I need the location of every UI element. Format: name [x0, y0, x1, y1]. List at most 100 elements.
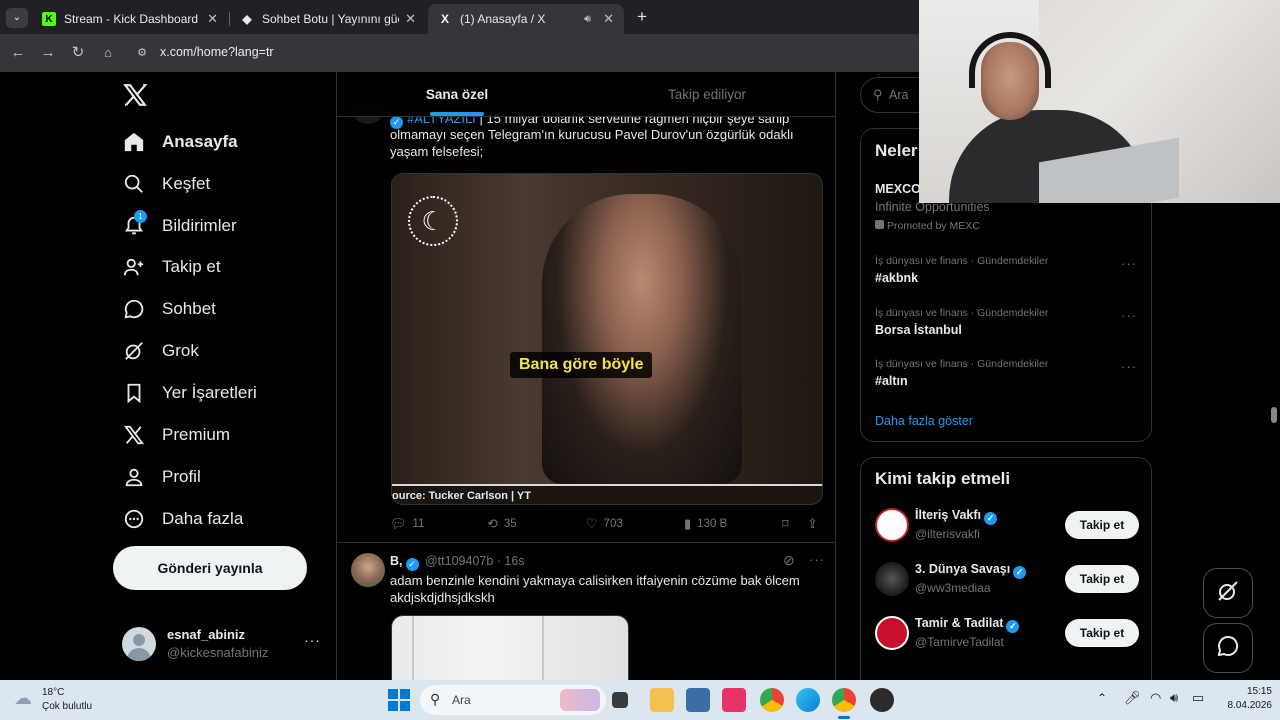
- edge-icon[interactable]: [796, 688, 820, 712]
- home-icon[interactable]: ⌂: [98, 43, 118, 63]
- trend-meta: İş dünyası ve finans · Gündemdekiler: [875, 255, 1049, 267]
- reply-action[interactable]: 💬︎ 11: [390, 516, 424, 532]
- avatar[interactable]: [875, 562, 909, 596]
- new-tab-button[interactable]: +: [632, 6, 652, 28]
- messages-float-button[interactable]: [1203, 623, 1253, 673]
- wifi-icon[interactable]: ◠: [1150, 690, 1161, 706]
- nav-item-premium[interactable]: Premium: [122, 420, 230, 450]
- app-icon[interactable]: [722, 688, 746, 712]
- close-tab-icon[interactable]: ✕: [405, 11, 416, 27]
- follow-button[interactable]: Takip et: [1065, 511, 1139, 539]
- card-title: Kimi takip etmeli: [875, 469, 1011, 488]
- like-action[interactable]: ♡ 703: [586, 516, 623, 532]
- author-name[interactable]: B,: [390, 554, 403, 568]
- avatar[interactable]: [875, 508, 909, 542]
- repost-action[interactable]: ⟲ 35: [487, 516, 517, 532]
- tweet-avatar[interactable]: [351, 553, 385, 587]
- weather-widget[interactable]: ☁ 18°C Çok bulutlu: [14, 686, 124, 714]
- obs-icon[interactable]: [870, 688, 894, 712]
- nav-item-bookmarks[interactable]: Yer İşaretleri: [122, 378, 257, 408]
- tweet-image[interactable]: [391, 615, 629, 680]
- store-icon[interactable]: [686, 688, 710, 712]
- promoted-label: Promoted by MEXC: [875, 220, 980, 232]
- clock[interactable]: 15:15 8.04.2026: [1214, 686, 1273, 711]
- grok-icon: [122, 339, 146, 363]
- nav-item-explore[interactable]: Keşfet: [122, 169, 210, 199]
- tab-kick-dashboard[interactable]: K Stream - Kick Dashboard ✕: [32, 4, 228, 34]
- follow-name-text: Tamir & Tadilat: [915, 616, 1004, 630]
- tweet-time[interactable]: · 16s: [497, 554, 525, 568]
- volume-icon[interactable]: 🔊︎: [1170, 690, 1178, 706]
- more-dots-icon[interactable]: ···: [1121, 359, 1137, 374]
- more-dots-icon[interactable]: ···: [1121, 308, 1137, 323]
- file-explorer-icon[interactable]: [650, 688, 674, 712]
- tab-for-you[interactable]: Sana özel: [377, 72, 537, 117]
- follow-name[interactable]: İlteriş Vakfı ✓: [915, 508, 998, 525]
- x-logo-icon: X: [440, 12, 449, 26]
- tray-overflow-icon[interactable]: ⌃: [1097, 691, 1107, 705]
- taskbar-search[interactable]: ⚲ Ara: [420, 685, 606, 715]
- site-info-icon[interactable]: ⚙: [134, 45, 150, 61]
- post-button[interactable]: Gönderi yayınla: [113, 546, 307, 590]
- promo-title[interactable]: MEXCO: [875, 182, 921, 196]
- start-button[interactable]: [388, 689, 410, 711]
- cloud-icon: ☁: [14, 688, 32, 708]
- bot-logo-icon: ◆: [242, 12, 252, 26]
- grok-float-button[interactable]: [1203, 568, 1253, 618]
- video-subject: [542, 194, 742, 484]
- show-more-link[interactable]: Daha fazla göster: [875, 414, 973, 428]
- task-view-icon[interactable]: [612, 692, 628, 708]
- grok-icon[interactable]: ⊘: [783, 552, 795, 569]
- microphone-icon[interactable]: 🎤︎: [1124, 690, 1141, 706]
- back-arrow-icon[interactable]: ←: [8, 43, 28, 63]
- verified-badge-icon: ✓: [1006, 620, 1020, 633]
- views-action[interactable]: ▮ 130 B: [684, 516, 727, 532]
- nav-item-grok[interactable]: Grok: [122, 336, 199, 366]
- nav-item-notifications[interactable]: 1 Bildirimler: [122, 210, 237, 241]
- chrome-icon[interactable]: [760, 688, 784, 712]
- nav-item-chat[interactable]: Sohbet: [122, 294, 216, 324]
- search-highlight-image: [560, 689, 600, 711]
- follow-button[interactable]: Takip et: [1065, 619, 1139, 647]
- tweet-video[interactable]: ☾ Bana göre böyle ource: Tucker Carlson …: [391, 173, 823, 505]
- tab-title: (1) Anasayfa / X: [460, 12, 546, 26]
- author-handle[interactable]: @tt109407b: [425, 554, 493, 568]
- forward-arrow-icon[interactable]: →: [38, 43, 58, 63]
- account-switcher[interactable]: esnaf_abiniz @kickesnafabiniz ···: [122, 622, 322, 666]
- avatar[interactable]: [875, 616, 909, 650]
- audio-playing-icon[interactable]: 🔊︎: [584, 13, 591, 26]
- tab-list-button[interactable]: ⌄: [6, 8, 28, 28]
- share-action[interactable]: ⇪: [807, 516, 824, 532]
- nav-item-follow[interactable]: Takip et: [122, 252, 221, 282]
- x-logo-icon[interactable]: [122, 82, 148, 108]
- person-icon: [122, 465, 146, 489]
- video-progress[interactable]: [392, 484, 822, 486]
- close-tab-icon[interactable]: ✕: [603, 11, 614, 27]
- trend-name[interactable]: #akbnk: [875, 271, 918, 285]
- follow-name[interactable]: 3. Dünya Savaşı ✓: [915, 562, 1027, 579]
- battery-icon[interactable]: ▭: [1192, 690, 1204, 706]
- follow-name[interactable]: Tamir & Tadilat ✓: [915, 616, 1020, 633]
- tab-following[interactable]: Takip ediliyor: [627, 72, 787, 117]
- nav-label: Anasayfa: [162, 132, 238, 151]
- reload-icon[interactable]: ↻: [68, 43, 88, 63]
- close-tab-icon[interactable]: ✕: [207, 11, 218, 27]
- bookmark-action[interactable]: ⌑: [782, 516, 795, 532]
- nav-item-home[interactable]: Anasayfa: [122, 127, 238, 157]
- more-dots-icon[interactable]: ···: [809, 552, 825, 567]
- notification-badge: 1: [134, 210, 147, 223]
- tab-x-home[interactable]: X (1) Anasayfa / X 🔊︎ ✕: [428, 4, 624, 34]
- trend-name[interactable]: Borsa İstanbul: [875, 323, 962, 337]
- follow-button[interactable]: Takip et: [1065, 565, 1139, 593]
- timeline: Sana özel Takip ediliyor ✓ #ALTYAZILI | 1…: [336, 72, 836, 680]
- timeline-header: Sana özel Takip ediliyor: [337, 72, 835, 117]
- address-bar[interactable]: x.com/home?lang=tr: [160, 45, 274, 59]
- repost-count: 35: [503, 518, 517, 530]
- scrollbar-thumb[interactable]: [1271, 407, 1277, 423]
- nav-item-more[interactable]: Daha fazla: [122, 504, 243, 534]
- trend-name[interactable]: #altın: [875, 374, 908, 388]
- tab-sohbet-botu[interactable]: ◆ Sohbet Botu | Yayınını güçlendir ✕: [230, 4, 426, 34]
- chrome-profile-icon[interactable]: [832, 688, 856, 712]
- more-dots-icon[interactable]: ···: [1121, 256, 1137, 271]
- nav-item-profile[interactable]: Profil: [122, 462, 201, 492]
